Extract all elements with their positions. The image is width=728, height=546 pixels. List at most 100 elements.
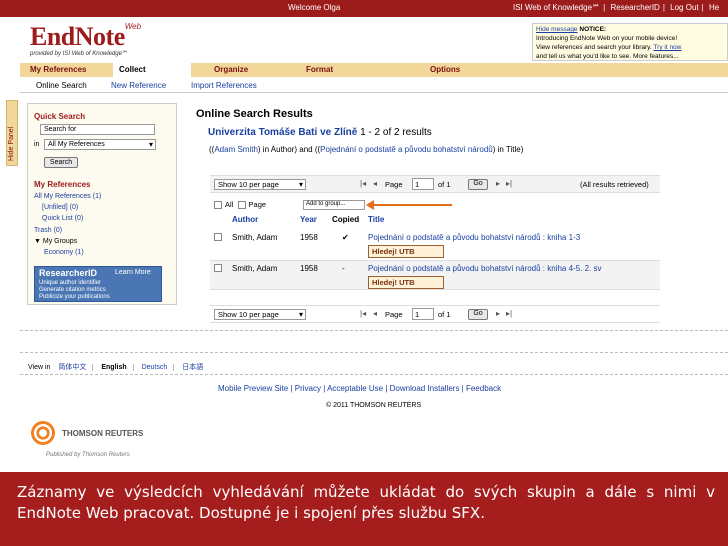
record-title[interactable]: Pojednání o podstatě a původu bohatství … bbox=[368, 264, 602, 273]
top-links: ISI Web of Knowledge℠ | ResearcherID | Log… bbox=[513, 3, 720, 12]
caption-text: Záznamy ve výsledcích vyhledávání můžete… bbox=[17, 483, 715, 522]
all-my-references-link[interactable]: All My References (1) bbox=[34, 193, 101, 200]
col-copied: Copied bbox=[332, 215, 360, 224]
per-page-select[interactable]: Show 10 per page bbox=[214, 179, 306, 190]
welcome-text: Welcome Olga bbox=[288, 3, 341, 12]
database-name: Univerzita Tomáše Bati ve Zlíně bbox=[208, 127, 358, 138]
isi-link[interactable]: ISI Web of Knowledge℠ bbox=[513, 3, 600, 12]
pager-top: Show 10 per page |◂ ◂ Page 1 of 1 Go ▸ ▸… bbox=[210, 175, 660, 193]
select-all-checkbox[interactable] bbox=[214, 201, 222, 210]
col-author[interactable]: Author bbox=[232, 215, 258, 224]
go-button[interactable]: Go bbox=[468, 309, 488, 320]
divider bbox=[20, 352, 728, 353]
first-page-icon[interactable]: |◂ bbox=[360, 309, 366, 318]
my-groups-toggle[interactable]: ▼ My Groups bbox=[34, 238, 77, 245]
unfiled-link[interactable]: [Unfiled] (0) bbox=[42, 204, 78, 211]
researcherid-title: ResearcherID bbox=[39, 268, 98, 278]
per-page-select[interactable]: Show 10 per page bbox=[214, 309, 306, 320]
record-copied: ✔ bbox=[342, 233, 349, 242]
lang-german[interactable]: Deutsch bbox=[141, 364, 175, 371]
lang-chinese[interactable]: 简体中文 bbox=[58, 364, 94, 371]
lang-english[interactable]: English bbox=[101, 364, 134, 371]
footer-links[interactable]: Mobile Preview Site | Privacy | Acceptab… bbox=[218, 384, 501, 393]
go-button[interactable]: Go bbox=[468, 179, 488, 190]
select-page-checkbox[interactable] bbox=[237, 201, 246, 210]
logo-tagline: provided by ISI Web of Knowledge℠ bbox=[30, 51, 129, 57]
group-economy-link[interactable]: Economy (1) bbox=[44, 249, 84, 256]
table-row: Smith, Adam 1958 ✔ Pojednání o podstatě … bbox=[210, 230, 660, 260]
col-title[interactable]: Title bbox=[368, 215, 384, 224]
page-input[interactable]: 1 bbox=[412, 178, 434, 190]
subtab-import-references[interactable]: Import References bbox=[191, 81, 257, 90]
record-checkbox[interactable] bbox=[214, 264, 222, 272]
hide-panel-toggle[interactable]: Hide Panel bbox=[6, 100, 18, 166]
select-page-label: Page bbox=[248, 200, 267, 209]
page-of: of 1 bbox=[438, 180, 451, 189]
trash-link[interactable]: Trash (0) bbox=[34, 227, 62, 234]
logout-link[interactable]: Log Out bbox=[670, 3, 698, 12]
help-link[interactable]: He bbox=[709, 3, 719, 12]
pager-bottom: Show 10 per page |◂ ◂ Page 1 of 1 Go ▸ ▸… bbox=[210, 305, 660, 323]
tab-collect[interactable]: Collect bbox=[113, 63, 191, 77]
results-summary: Univerzita Tomáše Bati ve Zlíně 1 - 2 of… bbox=[208, 127, 432, 138]
record-title[interactable]: Pojednání o podstatě a původu bohatství … bbox=[368, 233, 580, 242]
quick-list-link[interactable]: Quick List (0) bbox=[42, 215, 83, 222]
page-of: of 1 bbox=[438, 310, 451, 319]
subtab-online-search[interactable]: Online Search bbox=[36, 81, 87, 90]
tab-format[interactable]: Format bbox=[300, 63, 339, 77]
record-checkbox[interactable] bbox=[214, 233, 222, 241]
left-panel: Quick Search Search for in All My Refere… bbox=[27, 103, 177, 305]
record-year: 1958 bbox=[300, 264, 318, 273]
search-scope-select[interactable]: All My References bbox=[44, 139, 156, 150]
subtab-new-reference[interactable]: New Reference bbox=[111, 81, 166, 90]
last-page-icon[interactable]: ▸| bbox=[506, 309, 512, 318]
try-it-link[interactable]: Try it now bbox=[653, 44, 681, 51]
query-title[interactable]: Pojednání o podstatě a původu bohatství … bbox=[320, 145, 493, 154]
tab-my-references[interactable]: My References bbox=[24, 63, 92, 77]
next-page-icon[interactable]: ▸ bbox=[496, 179, 500, 188]
tab-options[interactable]: Options bbox=[424, 63, 466, 77]
lang-japanese[interactable]: 日本語 bbox=[182, 364, 209, 371]
results-count: 1 - 2 of 2 results bbox=[360, 127, 432, 138]
notice-label: NOTICE: bbox=[579, 26, 607, 33]
top-bar: Welcome Olga ISI Web of Knowledge℠ | Rese… bbox=[0, 0, 728, 17]
copyright: © 2011 THOMSON REUTERS bbox=[326, 402, 422, 409]
search-button[interactable]: Search bbox=[44, 157, 78, 168]
next-page-icon[interactable]: ▸ bbox=[496, 309, 500, 318]
page-input[interactable]: 1 bbox=[412, 308, 434, 320]
main-nav: My References Collect Organize Format Op… bbox=[20, 63, 728, 77]
col-year[interactable]: Year bbox=[300, 215, 317, 224]
prev-page-icon[interactable]: ◂ bbox=[373, 179, 377, 188]
caption-bar: Záznamy ve výsledcích vyhledávání můžete… bbox=[0, 472, 728, 546]
sub-nav: Online Search New Reference Import Refer… bbox=[20, 77, 728, 93]
notice-line1: Introducing EndNote Web on your mobile d… bbox=[536, 35, 678, 42]
record-author: Smith, Adam bbox=[232, 233, 278, 242]
add-to-group-select[interactable]: Add to group... bbox=[303, 200, 365, 210]
tr-published: Published by Thomson Reuters bbox=[46, 452, 130, 458]
divider bbox=[20, 330, 728, 331]
researcherid-banner[interactable]: ResearcherID Learn More Unique author id… bbox=[34, 266, 162, 302]
hledej-utb-button[interactable]: Hledej! UTB bbox=[368, 276, 444, 289]
tr-circle-icon bbox=[30, 420, 56, 446]
learn-more-link[interactable]: Learn More bbox=[115, 269, 151, 276]
hledej-utb-button[interactable]: Hledej! UTB bbox=[368, 245, 444, 258]
last-page-icon[interactable]: ▸| bbox=[506, 179, 512, 188]
hide-panel-label: Hide Panel bbox=[8, 126, 15, 161]
logo-name: EndNote bbox=[30, 22, 125, 51]
page-title: Online Search Results bbox=[196, 108, 313, 120]
my-references-title: My References bbox=[34, 180, 91, 189]
search-input[interactable]: Search for bbox=[40, 124, 155, 135]
prev-page-icon[interactable]: ◂ bbox=[373, 309, 377, 318]
logo-web: Web bbox=[124, 22, 142, 31]
select-row: All Page bbox=[214, 200, 267, 210]
hide-message-link[interactable]: Hide message bbox=[536, 26, 578, 33]
page-label: Page bbox=[385, 310, 403, 319]
query-author[interactable]: Adam Smith bbox=[214, 145, 258, 154]
notice-box: Hide message NOTICE: Introducing EndNote… bbox=[532, 23, 728, 61]
first-page-icon[interactable]: |◂ bbox=[360, 179, 366, 188]
rid-bullet-1: Unique author identifier bbox=[39, 280, 102, 286]
record-author: Smith, Adam bbox=[232, 264, 278, 273]
tab-organize[interactable]: Organize bbox=[208, 63, 254, 77]
highlight-arrow bbox=[372, 204, 452, 206]
researcherid-link[interactable]: ResearcherID bbox=[610, 3, 659, 12]
